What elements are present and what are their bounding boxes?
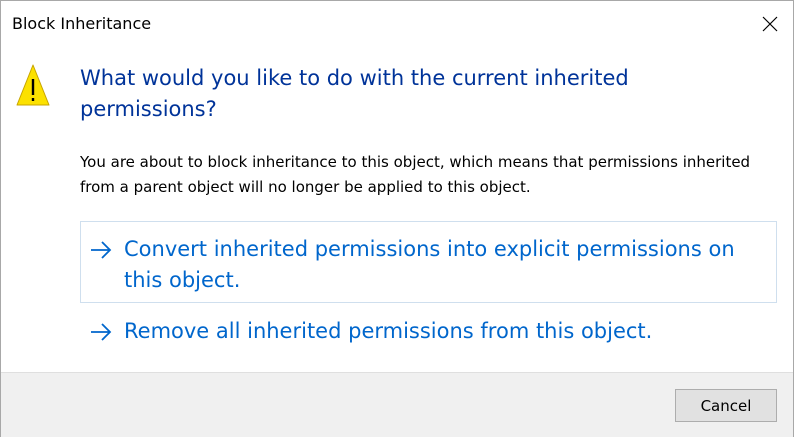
dialog-headline: What would you like to do with the curre… [80, 66, 629, 121]
close-button[interactable] [747, 1, 793, 47]
window-title: Block Inheritance [12, 14, 152, 33]
close-icon [762, 16, 778, 32]
arrow-right-icon [91, 241, 112, 259]
title-bar: Block Inheritance [1, 1, 793, 47]
warning-icon [16, 64, 50, 106]
block-inheritance-dialog: Block Inheritance What would you like to… [0, 0, 794, 437]
convert-permissions-command-link[interactable]: Convert inherited permissions into expli… [80, 221, 777, 303]
dialog-description: You are about to block inheritance to th… [80, 153, 751, 196]
arrow-right-icon [91, 323, 112, 341]
convert-permissions-label: Convert inherited permissions into expli… [124, 237, 735, 292]
dialog-footer: Cancel [1, 372, 793, 437]
cancel-button[interactable]: Cancel [675, 389, 777, 422]
remove-permissions-command-link[interactable]: Remove all inherited permissions from th… [80, 313, 777, 353]
remove-permissions-label: Remove all inherited permissions from th… [124, 319, 653, 343]
